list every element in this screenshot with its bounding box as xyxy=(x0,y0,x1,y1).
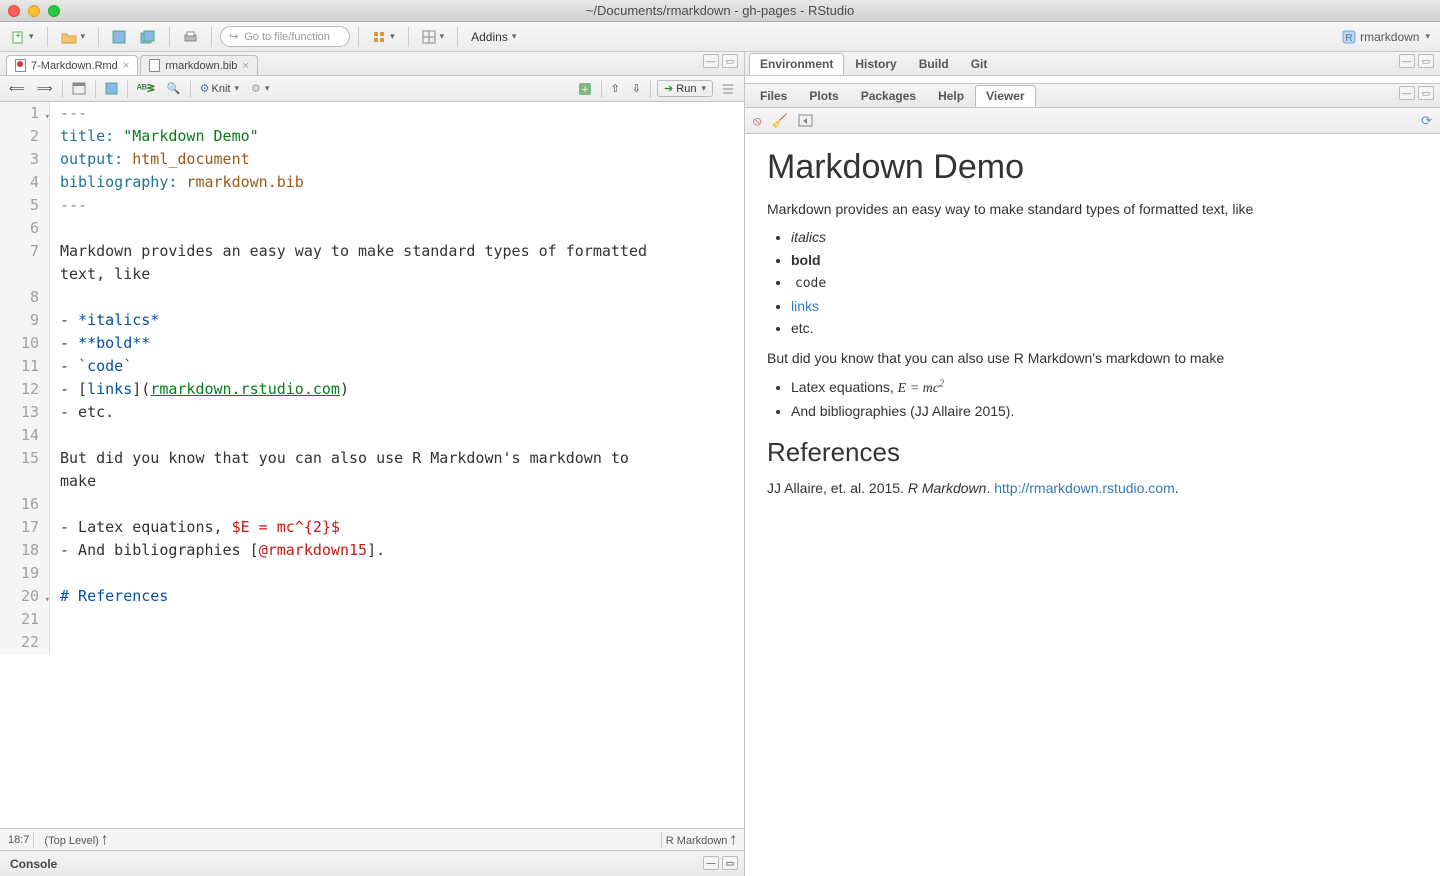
save-button[interactable] xyxy=(107,27,131,47)
editor-statusbar: 18:7 (Top Level) ￪ R Markdown ￪ xyxy=(0,828,744,850)
scope-selector[interactable]: (Top Level) ￪ xyxy=(44,835,107,847)
remove-viewer-item-button[interactable]: ⦸ xyxy=(753,113,761,129)
project-menu[interactable]: R rmarkdown xyxy=(1342,30,1434,44)
goto-arrow-icon: ↪ xyxy=(229,30,238,43)
prev-chunk-button[interactable]: ⇧ xyxy=(608,80,623,97)
preview-list: italics bold code links etc. xyxy=(791,227,1418,338)
source-tabs: 7-Markdown.Rmd × rmarkdown.bib × — ▭ xyxy=(0,52,744,76)
environment-pane-tabs: Environment History Build Git — ▭ xyxy=(745,52,1440,76)
show-in-new-window-button[interactable] xyxy=(69,80,89,97)
tab-help[interactable]: Help xyxy=(927,85,975,107)
close-tab-icon[interactable]: × xyxy=(123,60,129,72)
insert-chunk-button[interactable]: + xyxy=(573,80,595,98)
open-in-browser-button[interactable] xyxy=(798,114,813,127)
save-document-button[interactable] xyxy=(102,80,121,97)
spellcheck-button[interactable]: ᴬᴮᕒ xyxy=(134,80,158,97)
tab-viewer[interactable]: Viewer xyxy=(975,85,1035,107)
clear-viewer-button[interactable]: 🧹 xyxy=(771,113,787,129)
refresh-viewer-button[interactable]: ⟳ xyxy=(1421,113,1432,129)
main-toolbar: + ↪ Go to file/function Addins R rmarkdo… xyxy=(0,22,1440,52)
preview-list: Latex equations, E = mc2 And bibliograph… xyxy=(791,377,1418,422)
addins-menu[interactable]: Addins xyxy=(466,27,521,47)
minimize-pane-icon[interactable]: — xyxy=(1399,54,1415,68)
svg-text:R: R xyxy=(1345,33,1352,44)
minimize-pane-icon[interactable]: — xyxy=(703,856,719,870)
minimize-pane-icon[interactable]: — xyxy=(1399,86,1415,100)
window-minimize-button[interactable] xyxy=(28,5,40,17)
svg-text:+: + xyxy=(581,84,587,96)
editor-toolbar: ⟸ ⟹ ᴬᴮᕒ 🔍 ⚙Knit ⚙ + ⇧ ⇩ ➔Run xyxy=(0,76,744,102)
rmd-file-icon xyxy=(15,59,26,72)
preview-link-links[interactable]: links xyxy=(791,298,819,314)
save-all-button[interactable] xyxy=(135,27,161,47)
tab-7-markdown-rmd[interactable]: 7-Markdown.Rmd × xyxy=(6,55,138,75)
tab-packages[interactable]: Packages xyxy=(850,85,927,107)
tab-git[interactable]: Git xyxy=(960,53,999,75)
forward-button[interactable]: ⟹ xyxy=(34,80,56,97)
viewer-toolbar: ⦸ 🧹 ⟳ xyxy=(745,108,1440,134)
tools-grid-button[interactable] xyxy=(367,27,400,47)
tab-build[interactable]: Build xyxy=(908,53,960,75)
preview-ref-link[interactable]: http://rmarkdown.rstudio.com xyxy=(994,480,1175,496)
tab-rmarkdown-bib[interactable]: rmarkdown.bib × xyxy=(140,55,258,75)
run-button[interactable]: ➔Run xyxy=(657,80,713,97)
close-tab-icon[interactable]: × xyxy=(242,60,248,72)
maximize-pane-icon[interactable]: ▭ xyxy=(722,856,738,870)
minimize-pane-icon[interactable]: — xyxy=(703,54,719,68)
new-file-button[interactable]: + xyxy=(6,27,39,47)
preview-heading-references: References xyxy=(767,437,1418,468)
tab-plots[interactable]: Plots xyxy=(798,85,849,107)
viewer-pane-tabs: Files Plots Packages Help Viewer — ▭ xyxy=(745,84,1440,108)
knit-button[interactable]: ⚙Knit xyxy=(197,80,242,97)
window-maximize-button[interactable] xyxy=(48,5,60,17)
tab-files[interactable]: Files xyxy=(749,85,798,107)
preview-reference: JJ Allaire, et. al. 2015. R Markdown. ht… xyxy=(767,478,1418,498)
console-pane-header[interactable]: Console — ▭ xyxy=(0,850,744,876)
tab-history[interactable]: History xyxy=(844,53,907,75)
cursor-position: 18:7 xyxy=(8,834,29,846)
maximize-pane-icon[interactable]: ▭ xyxy=(722,54,738,68)
window-title: ~/Documents/rmarkdown - gh-pages - RStud… xyxy=(586,3,854,18)
preview-heading: Markdown Demo xyxy=(767,148,1418,187)
document-options-button[interactable]: ⚙ xyxy=(248,80,272,97)
print-button[interactable] xyxy=(178,27,203,47)
back-button[interactable]: ⟸ xyxy=(6,80,28,97)
document-outline-button[interactable] xyxy=(719,80,738,97)
language-mode-selector[interactable]: R Markdown ￪ xyxy=(666,832,736,848)
open-file-button[interactable] xyxy=(56,27,91,47)
tab-environment[interactable]: Environment xyxy=(749,53,844,75)
preview-paragraph: But did you know that you can also use R… xyxy=(767,348,1418,368)
maximize-pane-icon[interactable]: ▭ xyxy=(1418,54,1434,68)
next-chunk-button[interactable]: ⇩ xyxy=(629,80,644,97)
file-icon xyxy=(149,59,160,72)
window-titlebar: ~/Documents/rmarkdown - gh-pages - RStud… xyxy=(0,0,1440,22)
panes-layout-button[interactable] xyxy=(417,27,450,47)
maximize-pane-icon[interactable]: ▭ xyxy=(1418,86,1434,100)
find-replace-button[interactable]: 🔍 xyxy=(164,80,184,97)
source-editor[interactable]: 1▾--- 2title: "Markdown Demo" 3output: h… xyxy=(0,102,744,828)
preview-paragraph: Markdown provides an easy way to make st… xyxy=(767,199,1418,219)
window-close-button[interactable] xyxy=(8,5,20,17)
project-icon: R xyxy=(1342,30,1356,44)
viewer-content: Markdown Demo Markdown provides an easy … xyxy=(745,134,1440,876)
svg-text:+: + xyxy=(15,31,21,42)
goto-file-input[interactable]: ↪ Go to file/function xyxy=(220,26,350,47)
